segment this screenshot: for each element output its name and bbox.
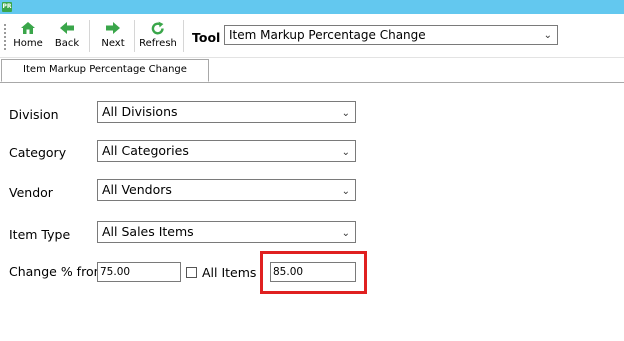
home-button[interactable]: Home: [11, 20, 45, 50]
tab-strip: Item Markup Percentage Change: [0, 58, 624, 83]
next-arrow-icon: [105, 20, 121, 36]
all-items-checkbox[interactable]: [186, 267, 197, 278]
chevron-down-icon: ⌄: [543, 30, 552, 41]
category-select[interactable]: All Categories ⌄: [97, 140, 356, 162]
tool-label: Tool: [192, 30, 221, 45]
next-button-label: Next: [101, 38, 125, 49]
category-select-value: All Categories: [102, 143, 189, 158]
toolbar-separator: [134, 20, 135, 52]
vendor-select-value: All Vendors: [102, 182, 172, 197]
chevron-down-icon: ⌄: [341, 228, 350, 239]
window-titlebar: PR: [0, 0, 624, 14]
category-label: Category: [9, 145, 67, 160]
back-button[interactable]: Back: [53, 20, 81, 50]
back-button-label: Back: [54, 38, 80, 49]
toolbar-grip[interactable]: [4, 24, 8, 50]
chevron-down-icon: ⌄: [341, 147, 350, 158]
division-select-value: All Divisions: [102, 104, 178, 119]
tool-select-value: Item Markup Percentage Change: [229, 28, 426, 42]
vendor-select[interactable]: All Vendors ⌄: [97, 179, 356, 201]
division-select[interactable]: All Divisions ⌄: [97, 101, 356, 123]
refresh-button[interactable]: Refresh: [139, 20, 177, 50]
change-from-input[interactable]: 75.00: [97, 262, 181, 282]
vendor-label: Vendor: [9, 185, 53, 200]
item-type-label: Item Type: [9, 227, 71, 242]
home-button-label: Home: [13, 38, 43, 49]
highlight-annotation: [260, 251, 367, 294]
home-icon: [20, 20, 36, 36]
refresh-icon: [150, 20, 166, 36]
refresh-button-label: Refresh: [139, 38, 177, 49]
tool-select[interactable]: Item Markup Percentage Change ⌄: [224, 25, 558, 45]
toolbar-separator: [89, 20, 90, 52]
item-type-select[interactable]: All Sales Items ⌄: [97, 221, 356, 243]
toolbar-separator: [183, 20, 184, 52]
change-percent-label: Change % from: [9, 264, 106, 279]
all-items-label: All Items: [202, 265, 257, 280]
chevron-down-icon: ⌄: [341, 108, 350, 119]
tab-item-markup-percentage-change[interactable]: Item Markup Percentage Change: [1, 59, 209, 82]
app-logo: PR: [2, 2, 12, 12]
back-arrow-icon: [59, 20, 75, 36]
item-type-select-value: All Sales Items: [102, 224, 194, 239]
next-button[interactable]: Next: [99, 20, 127, 50]
toolbar: Home Back Next Refresh Tool Item Markup …: [0, 14, 624, 58]
chevron-down-icon: ⌄: [341, 186, 350, 197]
division-label: Division: [9, 107, 59, 122]
